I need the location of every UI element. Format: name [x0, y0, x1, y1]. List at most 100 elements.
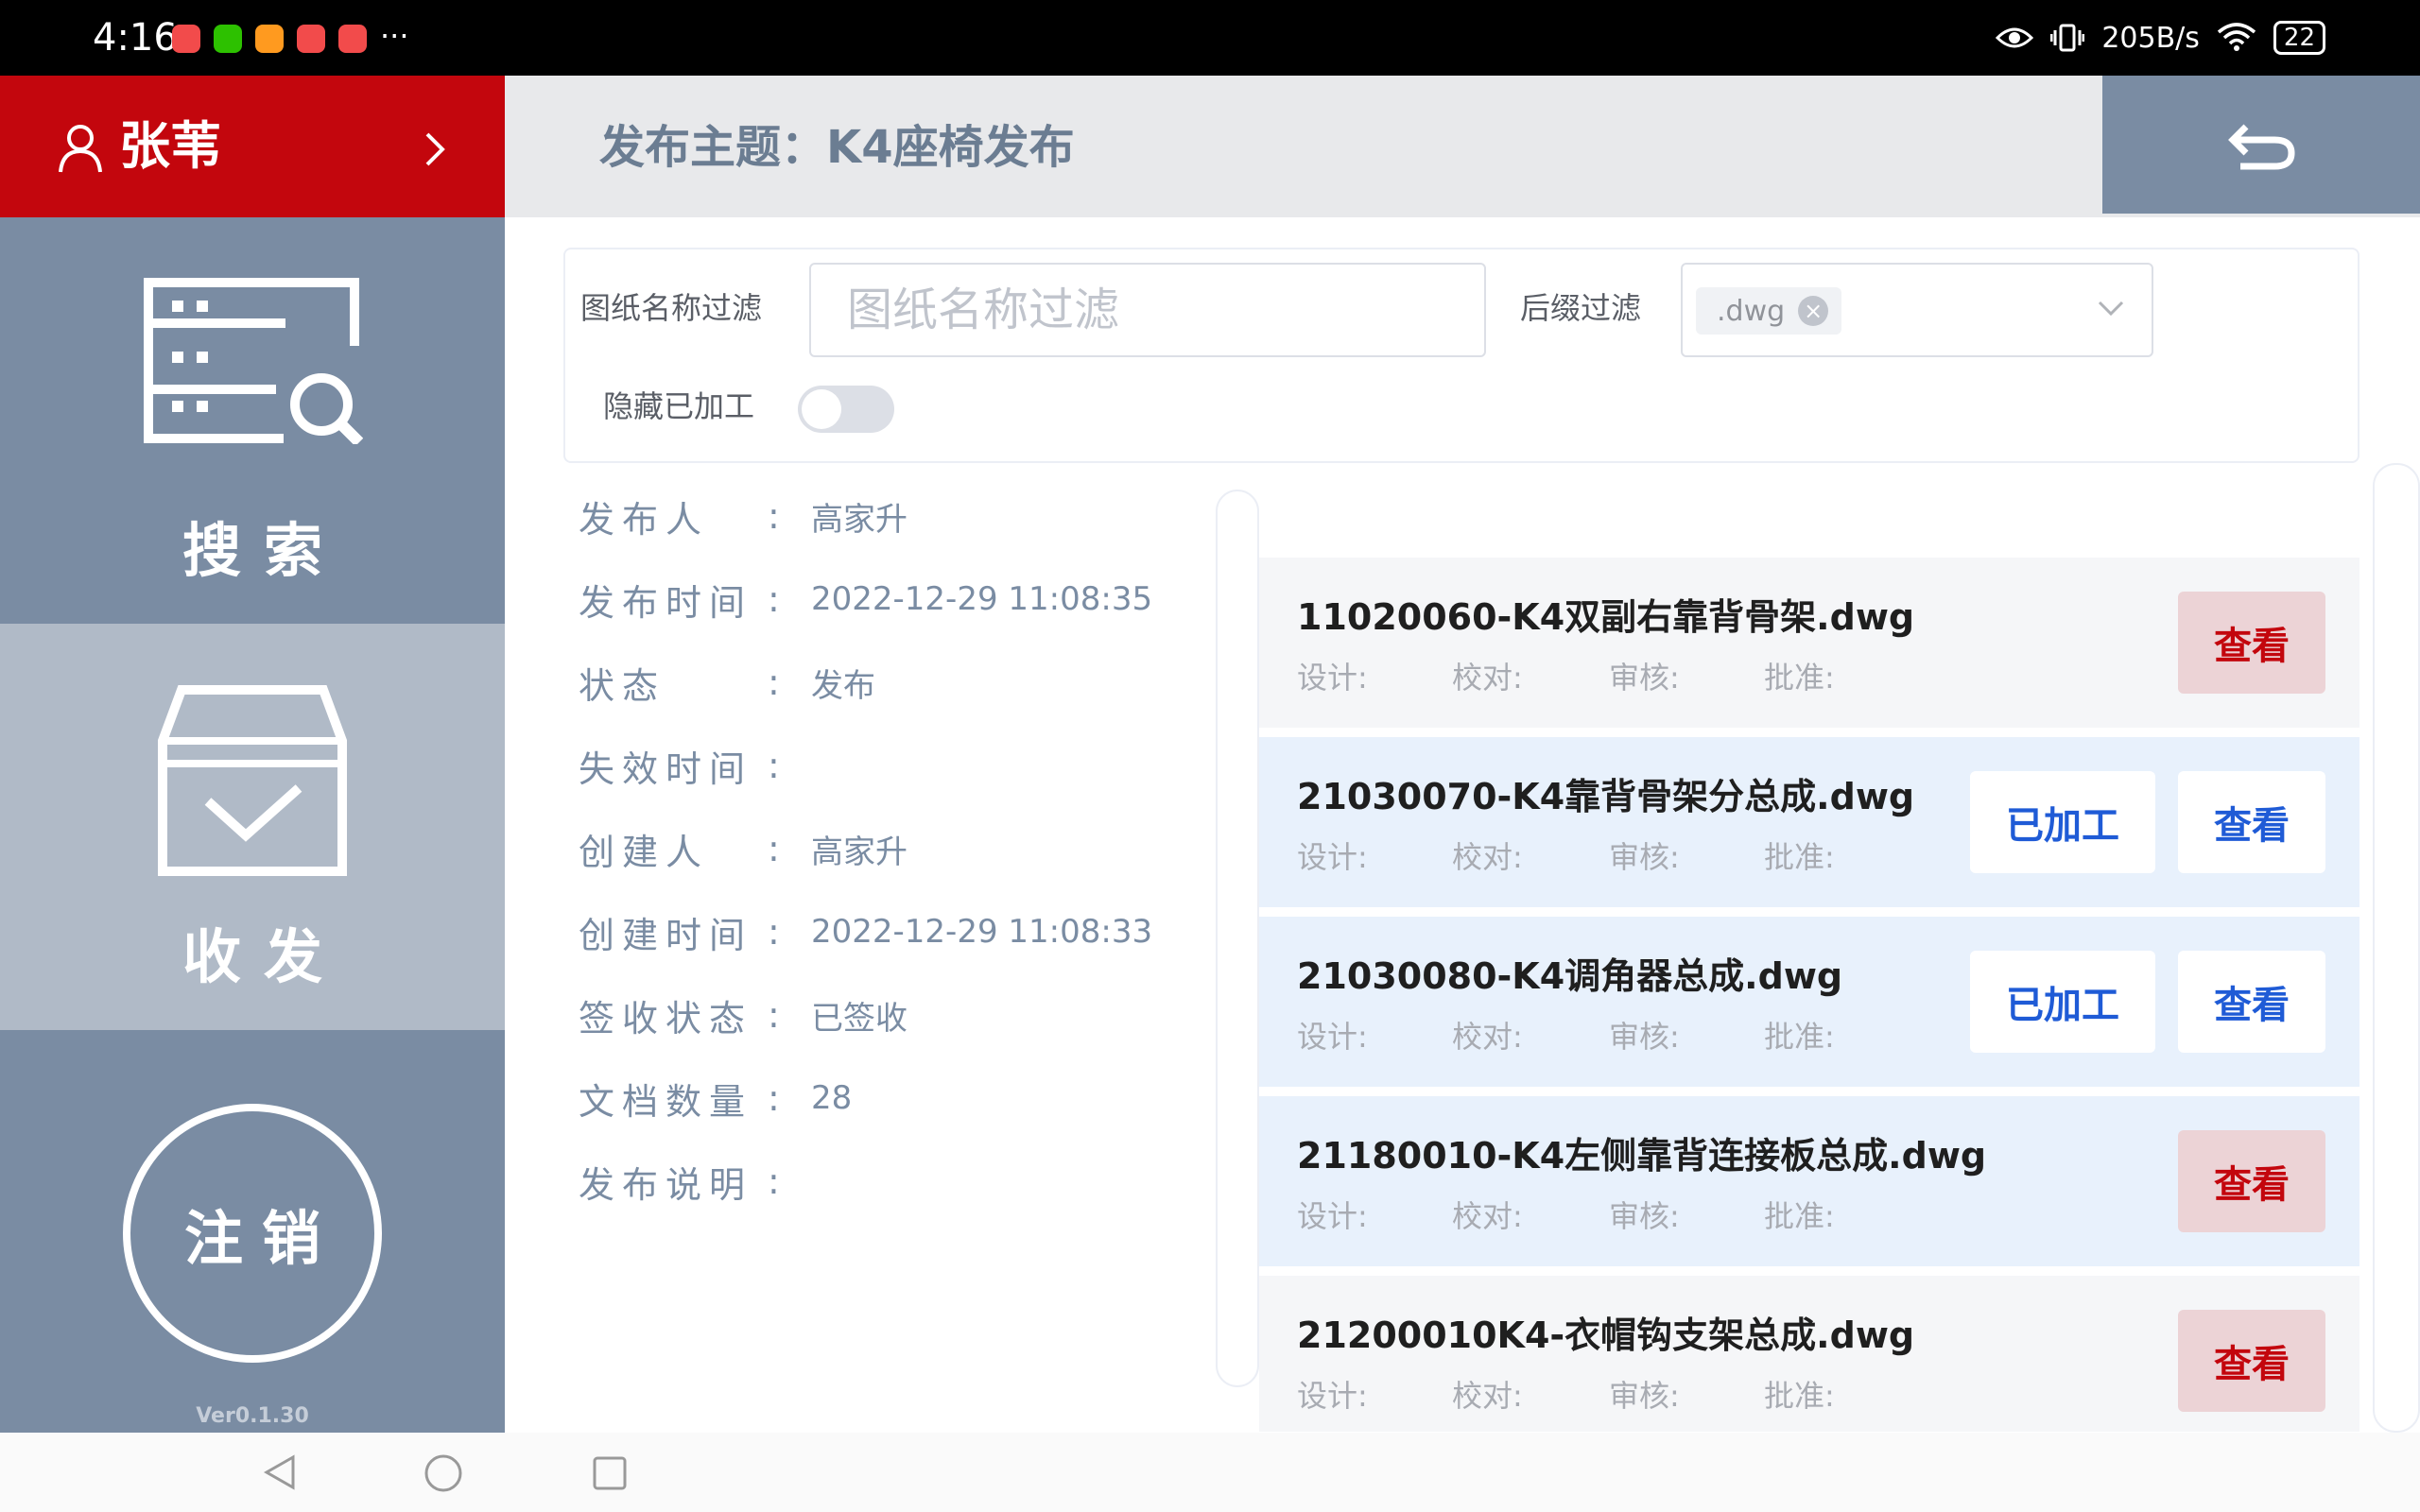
file-card: 11020060-K4双副右靠背骨架.dwg 设计: 校对: 审核: 批准: 查看 [1259, 558, 2360, 728]
suffix-tag-label: .dwg [1717, 294, 1786, 328]
logout-button[interactable]: 注销 [123, 1104, 382, 1363]
details-scrollbar[interactable] [1216, 490, 1259, 1387]
processed-button[interactable]: 已加工 [1970, 951, 2155, 1053]
user-profile-button[interactable]: 张苇 [0, 76, 505, 217]
red-app-icon-2 [338, 25, 367, 53]
detail-colon: : [768, 994, 780, 1036]
detail-value: 高家升 [811, 500, 908, 539]
name-filter-input[interactable] [809, 263, 1486, 357]
file-meta-review: 审核: [1609, 839, 1680, 875]
wifi-icon [2217, 23, 2256, 51]
home-circle-icon[interactable] [424, 1453, 463, 1493]
file-meta-approve: 批准: [1764, 1198, 1835, 1234]
detail-row: 签收状态: 已签收 [579, 987, 908, 1043]
detail-label: 签收状态 [579, 997, 753, 1040]
detail-colon: : [768, 1160, 780, 1202]
detail-value: 2022-12-29 11:08:33 [811, 913, 1153, 951]
detail-row: 发布人: 高家升 [579, 488, 908, 544]
file-meta-review: 审核: [1609, 1198, 1680, 1234]
android-nav-bar [0, 1433, 2420, 1512]
view-button[interactable]: 查看 [2178, 1310, 2325, 1412]
status-time: 4:16 [93, 16, 178, 60]
status-right-group: 205B/s 22 [1996, 17, 2325, 59]
orange-app-icon [255, 25, 284, 53]
user-name: 张苇 [119, 116, 221, 176]
inbox-check-icon [158, 685, 347, 876]
file-name: 21200010K4-衣帽钩支架总成.dwg [1297, 1314, 1915, 1356]
filter-panel: 图纸名称过滤 后缀过滤 .dwg × 隐藏已加工 [563, 248, 2360, 463]
page-title: 发布主题：K4座椅发布 [599, 121, 1075, 174]
file-meta-design: 设计: [1297, 1198, 1368, 1234]
file-meta-check: 校对: [1452, 1198, 1523, 1234]
tag-close-icon[interactable]: × [1798, 296, 1829, 326]
nav-search[interactable]: 搜索 [0, 217, 505, 624]
file-card: 21200010K4-衣帽钩支架总成.dwg 设计: 校对: 审核: 批准: 查看 [1259, 1276, 2360, 1432]
detail-label: 状态 [579, 664, 666, 707]
file-card: 21030070-K4靠背骨架分总成.dwg 设计: 校对: 审核: 批准: 已加工 查看 [1259, 737, 2360, 907]
file-meta-approve: 批准: [1764, 1019, 1835, 1055]
detail-value: 发布 [811, 666, 875, 705]
detail-label: 失效时间 [579, 747, 753, 790]
nav-transfer[interactable]: 收发 [0, 624, 505, 1030]
detail-label: 创建时间 [579, 914, 753, 956]
hide-processed-toggle[interactable] [798, 386, 894, 433]
detail-label: 创建人 [579, 831, 710, 873]
file-meta-review: 审核: [1609, 1019, 1680, 1055]
view-button[interactable]: 查看 [2178, 951, 2325, 1053]
file-meta-approve: 批准: [1764, 660, 1835, 696]
detail-label: 发布时间 [579, 581, 753, 624]
name-filter-label: 图纸名称过滤 [580, 290, 763, 326]
detail-row: 发布说明: [579, 1153, 811, 1210]
file-meta-review: 审核: [1609, 660, 1680, 696]
toggle-knob [802, 389, 841, 429]
back-triangle-icon[interactable] [261, 1453, 299, 1491]
page-header: 发布主题：K4座椅发布 [505, 76, 2420, 217]
file-meta-design: 设计: [1297, 660, 1368, 696]
detail-row: 文档数量:28 [579, 1070, 852, 1126]
file-meta-design: 设计: [1297, 1019, 1368, 1055]
detail-colon: : [768, 1077, 780, 1119]
detail-label: 文档数量 [579, 1080, 753, 1123]
detail-colon: : [768, 828, 780, 869]
undo-icon [2228, 124, 2295, 170]
recents-square-icon[interactable] [592, 1455, 628, 1491]
suffix-filter-select[interactable]: .dwg × [1681, 263, 2153, 357]
file-list: 11020060-K4双副右靠背骨架.dwg 设计: 校对: 审核: 批准: 查看 2103… [1259, 558, 2360, 1432]
nav-search-label: 搜索 [182, 516, 345, 585]
back-button[interactable] [2102, 76, 2420, 214]
file-name: 21030070-K4靠背骨架分总成.dwg [1297, 776, 1915, 817]
red-app-icon [172, 25, 200, 53]
view-button[interactable]: 查看 [2178, 771, 2325, 873]
detail-label: 发布说明 [579, 1163, 753, 1206]
detail-colon: : [768, 495, 780, 537]
nav-transfer-label: 收发 [182, 922, 345, 991]
detail-value: 28 [811, 1079, 853, 1117]
list-scrollbar[interactable] [2373, 463, 2420, 1433]
chevron-right-icon [425, 132, 445, 166]
file-meta-design: 设计: [1297, 839, 1368, 875]
detail-value: 2022-12-29 11:08:35 [811, 580, 1153, 618]
net-speed: 205B/s [2101, 21, 2200, 55]
eye-icon [1996, 27, 2034, 48]
status-more-icon: ··· [380, 18, 409, 54]
detail-label: 发布人 [579, 498, 710, 541]
detail-value: 高家升 [811, 833, 908, 871]
user-icon [59, 125, 102, 173]
file-card: 21180010-K4左侧靠背连接板总成.dwg 设计: 校对: 审核: 批准: 查看 [1259, 1096, 2360, 1266]
view-button[interactable]: 查看 [2178, 592, 2325, 694]
status-bar: 4:16 ··· 205B/s 22 [0, 0, 2420, 76]
file-name: 21180010-K4左侧靠背连接板总成.dwg [1297, 1135, 1987, 1177]
view-button[interactable]: 查看 [2178, 1130, 2325, 1232]
detail-colon: : [768, 662, 780, 703]
detail-colon: : [768, 745, 780, 786]
file-meta-check: 校对: [1452, 660, 1523, 696]
hide-processed-label: 隐藏已加工 [603, 388, 755, 424]
logout-area: 注销 Ver0.1.30 [0, 1030, 505, 1433]
battery-indicator: 22 [2273, 21, 2325, 55]
detail-colon: : [768, 911, 780, 953]
detail-row: 创建时间:2022-12-29 11:08:33 [579, 903, 1152, 960]
suffix-tag: .dwg × [1696, 287, 1842, 335]
processed-button[interactable]: 已加工 [1970, 771, 2155, 873]
detail-row: 发布时间:2022-12-29 11:08:35 [579, 571, 1152, 627]
search-list-icon [144, 278, 363, 444]
